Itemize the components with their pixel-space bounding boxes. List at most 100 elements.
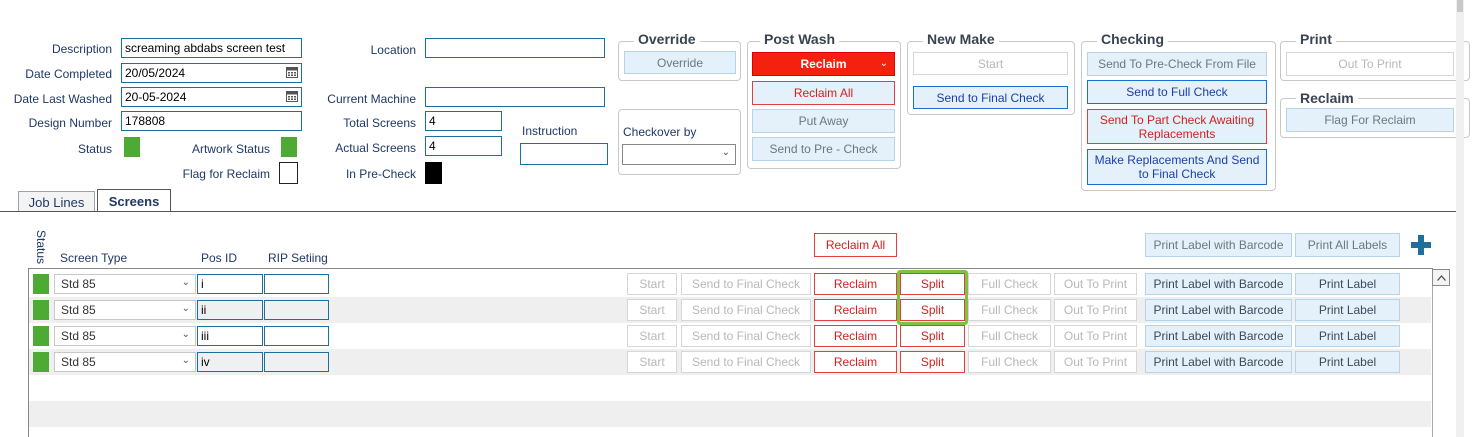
calendar-icon[interactable] — [286, 90, 298, 102]
chevron-down-icon: ⌄ — [181, 277, 190, 288]
flag-for-reclaim-checkbox[interactable] — [279, 162, 298, 184]
row-reclaim-button[interactable]: Reclaim — [814, 273, 897, 295]
calendar-icon[interactable] — [286, 66, 298, 78]
date-last-washed-label: Date Last Washed — [13, 92, 112, 106]
status-label: Status — [77, 142, 112, 156]
grid-reclaim-all-button[interactable]: Reclaim All — [814, 233, 897, 257]
scroll-up-arrow[interactable] — [1432, 269, 1450, 286]
row-split-button[interactable]: Split — [900, 325, 965, 347]
row-print-label-button[interactable]: Print Label — [1295, 325, 1400, 347]
post-wash-reclaim-all-button[interactable]: Reclaim All — [752, 81, 895, 105]
row-start-button[interactable]: Start — [627, 273, 677, 295]
screen-type-select[interactable]: Std 85 ⌄ — [54, 352, 196, 372]
header-print-label-barcode-button[interactable]: Print Label with Barcode — [1145, 233, 1292, 257]
row-print-label-barcode-button[interactable]: Print Label with Barcode — [1145, 325, 1292, 347]
send-to-precheck-button[interactable]: Send to Pre - Check — [752, 137, 895, 161]
row-send-final-check-button[interactable]: Send to Final Check — [681, 351, 811, 373]
date-last-washed-field[interactable]: 20-05-2024 — [121, 87, 302, 107]
tab-job-lines[interactable]: Job Lines — [18, 191, 95, 212]
pos-id-field[interactable]: i — [197, 274, 263, 294]
flag-for-reclaim-button[interactable]: Flag For Reclaim — [1286, 108, 1454, 132]
row-print-label-barcode-button[interactable]: Print Label with Barcode — [1145, 299, 1292, 321]
flag-for-reclaim-label: Flag for Reclaim — [182, 167, 270, 181]
row-status-indicator — [33, 326, 49, 346]
print-title: Print — [1296, 31, 1336, 47]
row-out-to-print-button[interactable]: Out To Print — [1054, 273, 1137, 295]
status-column-header: Status — [34, 230, 48, 265]
date-completed-label: Date Completed — [25, 67, 112, 81]
row-print-label-button[interactable]: Print Label — [1295, 299, 1400, 321]
row-full-check-button[interactable]: Full Check — [968, 299, 1051, 321]
row-out-to-print-button[interactable]: Out To Print — [1054, 351, 1137, 373]
add-icon[interactable] — [1410, 234, 1432, 256]
rip-setting-field[interactable] — [264, 274, 329, 294]
screen-type-select[interactable]: Std 85 ⌄ — [54, 300, 196, 320]
screen-type-value: Std 85 — [61, 355, 96, 369]
row-start-button[interactable]: Start — [627, 325, 677, 347]
window-scrollbar[interactable] — [1456, 0, 1464, 437]
row-print-label-barcode-button[interactable]: Print Label with Barcode — [1145, 273, 1292, 295]
new-make-start-button[interactable]: Start — [913, 52, 1068, 75]
post-wash-action-dropdown[interactable]: Reclaim ⌄ — [752, 52, 895, 76]
location-label: Location — [370, 43, 416, 57]
rip-setting-field[interactable] — [264, 326, 329, 346]
window-scroll-thumb[interactable] — [1457, 0, 1463, 12]
out-to-print-button[interactable]: Out To Print — [1286, 52, 1454, 76]
pos-id-field[interactable]: iv — [197, 352, 263, 372]
actual-screens-field[interactable]: 4 — [425, 136, 502, 156]
row-print-label-barcode-button[interactable]: Print Label with Barcode — [1145, 351, 1292, 373]
print-all-labels-button[interactable]: Print All Labels — [1295, 233, 1400, 257]
description-field[interactable]: screaming abdabs screen test — [121, 38, 302, 58]
pos-id-field[interactable]: iii — [197, 326, 263, 346]
checkover-select[interactable]: ⌄ — [622, 144, 736, 165]
row-split-button[interactable]: Split — [900, 351, 965, 373]
row-reclaim-button[interactable]: Reclaim — [814, 325, 897, 347]
total-screens-label: Total Screens — [343, 116, 416, 130]
override-button[interactable]: Override — [624, 51, 736, 74]
pos-id-field[interactable]: ii — [197, 300, 263, 320]
total-screens-field[interactable]: 4 — [425, 111, 502, 131]
row-send-final-check-button[interactable]: Send to Final Check — [681, 299, 811, 321]
grid-scrollbar[interactable] — [1432, 269, 1451, 437]
rip-setting-field[interactable] — [264, 300, 329, 320]
row-full-check-button[interactable]: Full Check — [968, 273, 1051, 295]
post-wash-title: Post Wash — [760, 31, 840, 47]
row-start-button[interactable]: Start — [627, 351, 677, 373]
make-replacements-button[interactable]: Make Replacements And Send to Final Chec… — [1087, 149, 1267, 185]
rip-setting-field[interactable] — [264, 352, 329, 372]
row-out-to-print-button[interactable]: Out To Print — [1054, 325, 1137, 347]
actual-screens-label: Actual Screens — [335, 141, 416, 155]
in-precheck-label: In Pre-Check — [345, 167, 416, 181]
row-reclaim-button[interactable]: Reclaim — [814, 299, 897, 321]
row-print-label-button[interactable]: Print Label — [1295, 273, 1400, 295]
in-precheck-indicator — [425, 162, 442, 184]
tab-screens[interactable]: Screens — [97, 189, 171, 212]
current-machine-field[interactable] — [425, 87, 605, 107]
chevron-down-icon: ⌄ — [721, 147, 730, 158]
chevron-down-icon: ⌄ — [879, 58, 888, 69]
row-status-indicator — [33, 274, 49, 294]
current-machine-label: Current Machine — [327, 92, 416, 106]
put-away-button[interactable]: Put Away — [752, 109, 895, 133]
row-print-label-button[interactable]: Print Label — [1295, 351, 1400, 373]
row-full-check-button[interactable]: Full Check — [968, 351, 1051, 373]
send-to-full-check-button[interactable]: Send to Full Check — [1087, 80, 1267, 104]
date-completed-field[interactable]: 20/05/2024 — [121, 63, 302, 83]
row-reclaim-button[interactable]: Reclaim — [814, 351, 897, 373]
row-out-to-print-button[interactable]: Out To Print — [1054, 299, 1137, 321]
send-to-part-check-button[interactable]: Send To Part Check Awaiting Replacements — [1087, 109, 1267, 144]
design-number-field[interactable]: 178808 — [121, 111, 302, 131]
row-send-final-check-button[interactable]: Send to Final Check — [681, 325, 811, 347]
checkover-panel — [618, 109, 741, 175]
design-number-label: Design Number — [28, 116, 112, 130]
row-full-check-button[interactable]: Full Check — [968, 325, 1051, 347]
table-row: Std 85 ⌄ i Start Send to Final Check Recl… — [29, 271, 1431, 297]
row-start-button[interactable]: Start — [627, 299, 677, 321]
row-send-final-check-button[interactable]: Send to Final Check — [681, 273, 811, 295]
screen-type-select[interactable]: Std 85 ⌄ — [54, 274, 196, 294]
screen-type-select[interactable]: Std 85 ⌄ — [54, 326, 196, 346]
instruction-field[interactable] — [520, 143, 608, 165]
new-make-send-final-check-button[interactable]: Send to Final Check — [913, 86, 1068, 109]
location-field[interactable] — [425, 38, 605, 58]
send-precheck-from-file-button[interactable]: Send To Pre-Check From File — [1087, 52, 1267, 76]
